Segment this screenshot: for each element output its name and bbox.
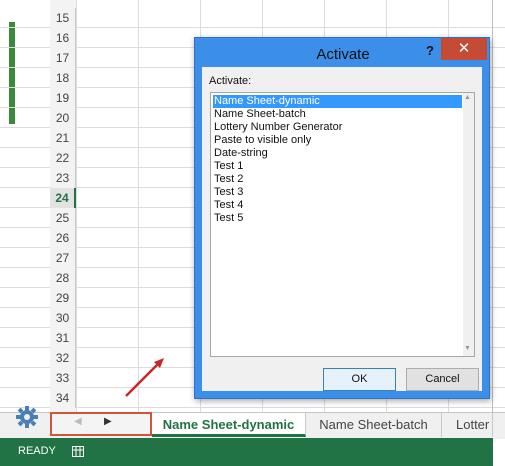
activate-dialog: Activate ? ✕ Activate: Name Sheet-dynami… <box>194 37 490 399</box>
sheet-row[interactable]: 15 <box>0 8 505 28</box>
row-number[interactable]: 20 <box>50 108 76 128</box>
close-icon[interactable]: ✕ <box>441 38 487 60</box>
list-item[interactable]: Test 4 <box>213 199 243 212</box>
list-scrollbar[interactable]: ▲ ▼ <box>463 93 474 356</box>
row-number[interactable]: 30 <box>50 308 76 328</box>
row-number[interactable]: 28 <box>50 268 76 288</box>
row-number[interactable]: 15 <box>50 8 76 28</box>
list-item[interactable]: Test 5 <box>213 212 243 225</box>
scroll-up-icon[interactable]: ▲ <box>464 94 471 101</box>
row-number[interactable]: 21 <box>50 128 76 148</box>
list-item[interactable]: Test 3 <box>213 186 243 199</box>
row-number[interactable]: 32 <box>50 348 76 368</box>
list-item[interactable]: Name Sheet-batch <box>213 108 306 121</box>
list-item[interactable]: Name Sheet-dynamic <box>213 95 462 108</box>
row-number[interactable]: 18 <box>50 68 76 88</box>
triangle-left-icon[interactable]: ◀ <box>74 416 82 427</box>
tab-name-sheet-batch[interactable]: Name Sheet-batch <box>306 413 442 437</box>
row-number[interactable]: 26 <box>50 228 76 248</box>
row-number[interactable]: 27 <box>50 248 76 268</box>
list-item[interactable]: Test 1 <box>213 160 243 173</box>
gear-icon[interactable] <box>14 404 40 430</box>
list-item[interactable]: Test 2 <box>213 173 243 186</box>
row-number[interactable]: 23 <box>50 168 76 188</box>
sheet-navigation-box: ◀ ▶ <box>50 412 152 436</box>
row-number[interactable]: 24 <box>50 188 76 208</box>
list-item[interactable]: Date-string <box>213 147 268 160</box>
tab-name-sheet-dynamic[interactable]: Name Sheet-dynamic <box>152 413 306 437</box>
row-number[interactable]: 25 <box>50 208 76 228</box>
row-number[interactable]: 33 <box>50 368 76 388</box>
ok-button[interactable]: OK <box>323 368 396 391</box>
list-label: Activate: <box>209 75 252 87</box>
list-item[interactable]: Paste to visible only <box>213 134 311 147</box>
row-number[interactable]: 29 <box>50 288 76 308</box>
row-number[interactable]: 16 <box>50 28 76 48</box>
row-number[interactable]: 17 <box>50 48 76 68</box>
triangle-right-icon[interactable]: ▶ <box>104 416 112 427</box>
grid-right-border <box>492 0 493 412</box>
scroll-down-icon[interactable]: ▼ <box>464 345 471 352</box>
tab-lottery[interactable]: Lotter <box>442 413 493 437</box>
sheet-mode-icon[interactable] <box>72 446 84 457</box>
row-number[interactable]: 31 <box>50 328 76 348</box>
help-icon[interactable]: ? <box>421 42 439 60</box>
row-number[interactable]: 34 <box>50 388 76 408</box>
cancel-button[interactable]: Cancel <box>406 368 479 391</box>
dialog-body: Activate: Name Sheet-dynamic Name Sheet-b… <box>202 67 482 391</box>
status-text: READY <box>18 445 56 457</box>
sheet-list[interactable]: Name Sheet-dynamic Name Sheet-batch Lotter… <box>210 92 475 357</box>
list-item[interactable]: Lottery Number Generator <box>213 121 342 134</box>
row-number[interactable]: 22 <box>50 148 76 168</box>
red-arrow-icon <box>125 358 164 397</box>
row-number[interactable]: 19 <box>50 88 76 108</box>
